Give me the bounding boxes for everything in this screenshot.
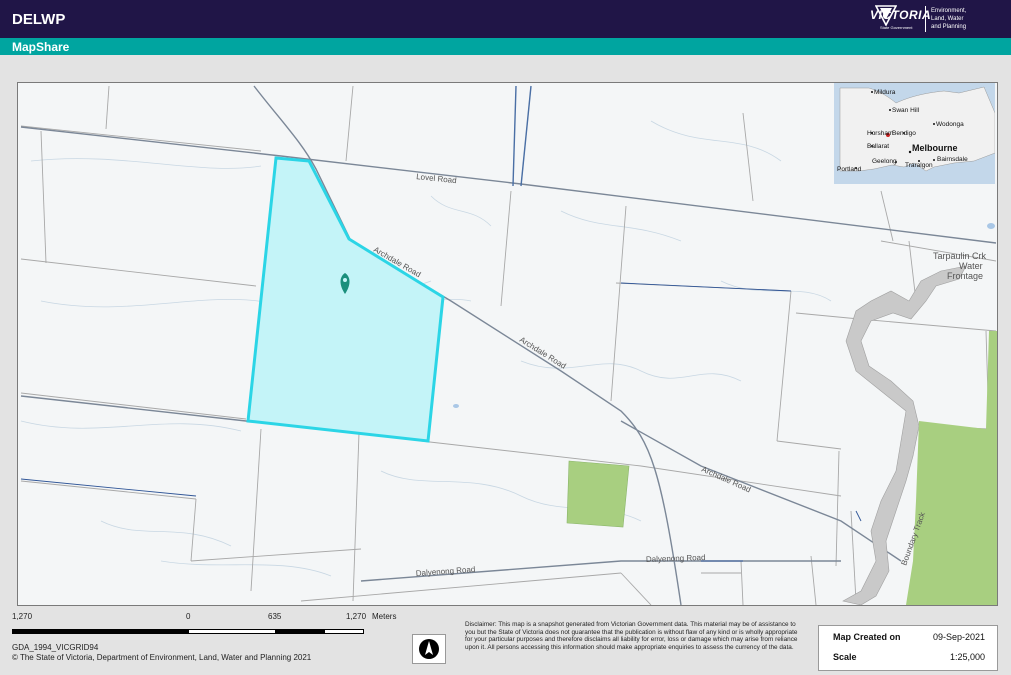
place-label-water: Water (959, 261, 983, 271)
scale-segment-2 (188, 629, 276, 634)
north-arrow-icon (412, 634, 446, 664)
inset-town-bairnsdale: Bairnsdale (937, 156, 968, 163)
map-metadata: GDA_1994_VICGRID94 © The State of Victor… (12, 643, 311, 663)
road-label-dalyenong-1: Dalyenong Road (416, 565, 476, 578)
road-label-lovel: Lovel Road (416, 172, 457, 185)
mapshare-title: MapShare (12, 40, 70, 54)
app-title: DELWP (12, 11, 66, 28)
road-label-archdale-3: Archdale Road (700, 465, 752, 495)
inset-town-swan-hill: Swan Hill (892, 107, 920, 114)
scale-unit: Meters (372, 612, 397, 621)
road-label-archdale-2: Archdale Road (518, 335, 568, 371)
scale-segment-1 (12, 629, 188, 634)
scale-label-left: 1,270 (12, 612, 33, 621)
copyright-text: © The State of Victoria, Department of E… (12, 653, 312, 662)
scale-label-right: 1,270 (346, 612, 367, 621)
road-label-dalyenong-2: Dalyenong Road (646, 553, 706, 564)
top-header-bar: DELWP VICTORIA State Government Environm… (0, 0, 1011, 38)
water-body-small (453, 404, 459, 408)
scale-segment-3 (276, 629, 324, 634)
inset-town-mildura: Mildura (874, 89, 896, 96)
victoria-government-logo: VICTORIA State Government Environment, L… (866, 3, 1006, 36)
mapshare-bar: MapShare (0, 38, 1011, 55)
archdale-road-east-line (620, 420, 902, 562)
logo-divider (925, 6, 926, 32)
inset-town-melbourne: Melbourne (912, 143, 958, 153)
scale-label-mid: 635 (268, 612, 282, 621)
inset-town-bendigo: Bendigo (892, 130, 916, 137)
vegetation-area-east (906, 331, 997, 605)
logo-subtitle: State Government (880, 25, 913, 30)
scale-value: 1:25,000 (949, 652, 985, 662)
inset-town-geelong: Geelong (872, 158, 897, 165)
inset-town-horsham: Horsham (867, 130, 893, 137)
logo-word: VICTORIA (870, 8, 932, 22)
scale-label: Scale (833, 652, 857, 662)
water-body-east (987, 223, 995, 229)
inset-town-portland: Portland (837, 166, 862, 173)
map-created-value: 09-Sep-2021 (932, 632, 985, 642)
map-created-label: Map Created on (833, 632, 901, 642)
scale-segment-4 (324, 629, 364, 634)
map-info-box: Map Created on 09-Sep-2021 Scale 1:25,00… (818, 625, 998, 671)
projection-text: GDA_1994_VICGRID94 (12, 643, 99, 652)
inset-town-ballarat: Ballarat (867, 143, 889, 150)
vegetation-area-central (566, 460, 630, 528)
place-label-frontage: Frontage (947, 271, 983, 281)
inset-town-wodonga: Wodonga (936, 121, 964, 128)
logo-department: Environment, Land, Water and Planning (931, 8, 967, 30)
selected-parcel[interactable] (246, 156, 445, 443)
scale-bar: 1,270 0 635 1,270 Meters (12, 612, 412, 642)
disclaimer-text: Disclaimer: This map is a snapshot gener… (465, 621, 798, 651)
inset-map-svg: Mildura Swan Hill Wodonga Horsham Bendig… (834, 83, 996, 184)
scale-label-zero: 0 (186, 612, 191, 621)
place-label-tarpaulin: Tarpaulin Crk (933, 251, 987, 261)
inset-locator-map: Mildura Swan Hill Wodonga Horsham Bendig… (834, 83, 996, 184)
inset-town-traralgon: Traralgon (905, 162, 933, 169)
